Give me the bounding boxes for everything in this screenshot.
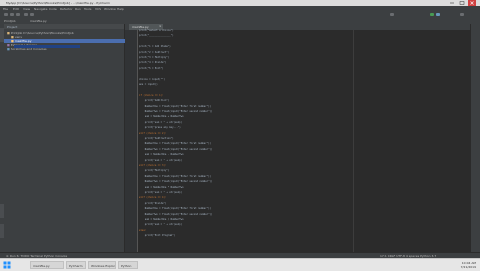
code-line[interactable]: print("Multiply") bbox=[139, 169, 169, 172]
project-panel-title: Project bbox=[7, 25, 18, 29]
editor-tabs: mainfile.py × bbox=[125, 24, 470, 30]
taskbar: mainfile.py PyCharm Windows Explorer Pyt… bbox=[0, 258, 480, 271]
breadcrumb-file[interactable]: mainfile.py bbox=[30, 19, 47, 23]
project-panel-header: Project bbox=[4, 24, 124, 29]
code-line[interactable]: choice = input("") bbox=[139, 78, 165, 81]
code-line[interactable]: print("sum = " + str(sum)) bbox=[139, 191, 182, 194]
code-line[interactable]: print("1 = Add Items") bbox=[139, 45, 171, 48]
code-line[interactable]: sum = NumberOne / NumberTwo bbox=[139, 218, 184, 221]
code-line[interactable]: sum = NumberOne * NumberTwo bbox=[139, 186, 184, 189]
line-number-gutter bbox=[125, 30, 138, 252]
taskbar-clock[interactable]: 10:04 AM 7/21/2019 bbox=[461, 261, 476, 269]
undo-icon[interactable] bbox=[24, 13, 28, 16]
code-line[interactable]: print("2 = Subtract") bbox=[139, 51, 169, 54]
code-line[interactable]: print("Divide") bbox=[139, 202, 167, 205]
code-line[interactable]: print("sum = " + str(sum)) bbox=[139, 223, 182, 226]
breadcrumb-project[interactable]: PrintJob bbox=[4, 19, 16, 23]
code-line[interactable]: NumberTwo = float(input("Enter second nu… bbox=[139, 148, 213, 151]
run-config-dropdown[interactable] bbox=[390, 13, 394, 16]
search-icon[interactable] bbox=[460, 13, 464, 16]
code-line[interactable]: NumberOne = float(input("Enter first num… bbox=[139, 175, 211, 178]
close-tab-icon[interactable]: × bbox=[159, 24, 162, 28]
code-line[interactable]: print("sum = " + str(sum)) bbox=[139, 121, 182, 124]
save-icon[interactable] bbox=[10, 13, 14, 16]
right-margin-guide bbox=[353, 30, 354, 252]
redo-icon[interactable] bbox=[30, 13, 34, 16]
code-line[interactable]: if (choice == 1): bbox=[139, 94, 163, 97]
code-line[interactable]: else: bbox=[139, 229, 146, 232]
code-line[interactable]: NumberTwo = float(input("Enter second nu… bbox=[139, 213, 213, 216]
window-title: MyApp [D:\Source\Python\Ebooks\PrintJob]… bbox=[6, 1, 110, 5]
code-line[interactable]: NumberOne = float(input("Enter first num… bbox=[139, 105, 211, 108]
code-line[interactable]: sum = NumberOne + NumberTwo bbox=[139, 115, 184, 118]
code-line[interactable]: print("4 = Divide") bbox=[139, 61, 166, 64]
code-line[interactable]: print("sum = " + str(sum)) bbox=[139, 159, 182, 162]
code-line[interactable]: elif (choice == 3): bbox=[139, 164, 166, 167]
code-line[interactable]: NumberOne = float(input("Enter first num… bbox=[139, 207, 211, 210]
code-line[interactable]: elif (choice == 2): bbox=[139, 132, 166, 135]
code-line[interactable]: print("press any key...") bbox=[139, 126, 181, 129]
debug-icon[interactable] bbox=[436, 13, 440, 16]
code-line[interactable]: NumberTwo = float(input("Enter second nu… bbox=[139, 180, 213, 183]
right-tool-strip bbox=[470, 24, 480, 252]
code-line[interactable]: print("Exit Program") bbox=[139, 234, 175, 237]
project-panel: Project ■ PrintJob D:\Source\Python\Eboo… bbox=[4, 24, 131, 252]
code-line[interactable]: NumberOne = float(input("Enter first num… bbox=[139, 142, 211, 145]
scratch-icon: ■ bbox=[7, 47, 10, 51]
current-line-highlight bbox=[14, 45, 80, 48]
code-line[interactable]: print("Subtraction") bbox=[139, 137, 174, 140]
taskbar-item-mainfile[interactable]: mainfile.py bbox=[30, 261, 64, 269]
code-line[interactable]: NumberTwo = float(input("Enter second nu… bbox=[139, 110, 213, 113]
code-line[interactable]: sum = NumberOne - NumberTwo bbox=[139, 153, 184, 156]
taskbar-item-explorer[interactable]: Windows Explorer bbox=[88, 261, 116, 269]
code-line[interactable]: ans = input() bbox=[139, 83, 158, 86]
sync-icon[interactable] bbox=[16, 13, 20, 16]
code-line[interactable]: print("_______________") bbox=[139, 34, 174, 37]
code-line[interactable]: print("3 = Multiply") bbox=[139, 56, 169, 59]
taskbar-item-pycharm[interactable]: PyCharm bbox=[66, 261, 86, 269]
start-icon[interactable] bbox=[3, 261, 11, 269]
code-line[interactable]: elif (choice == 4): bbox=[139, 196, 166, 199]
taskbar-item-python[interactable]: Python bbox=[118, 261, 138, 269]
code-line[interactable]: print("5 = Exit") bbox=[139, 67, 163, 70]
code-line[interactable]: print("select a choice") bbox=[139, 29, 174, 32]
clock-date: 7/21/2019 bbox=[460, 265, 476, 269]
open-icon[interactable] bbox=[4, 13, 8, 16]
run-icon[interactable] bbox=[430, 13, 434, 16]
code-line[interactable]: print("Addition") bbox=[139, 99, 169, 102]
